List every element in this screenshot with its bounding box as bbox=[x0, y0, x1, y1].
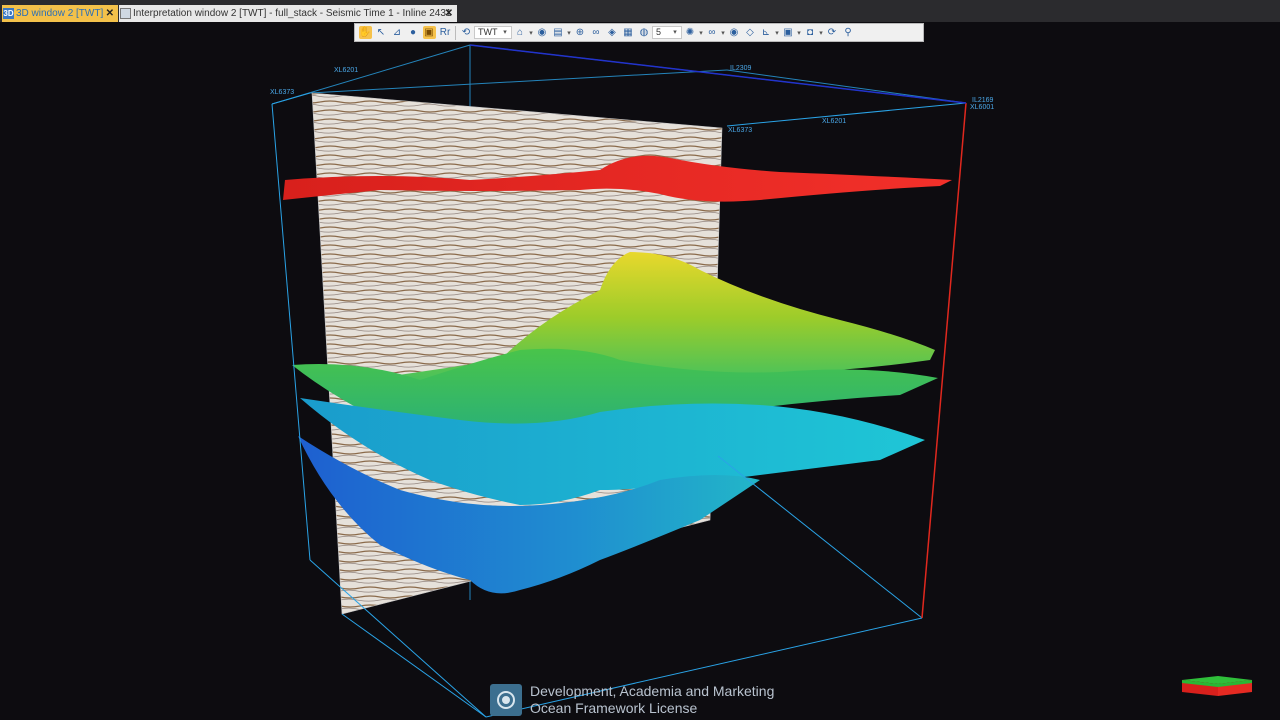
stereo-icon[interactable]: ∞ bbox=[706, 26, 719, 39]
readout-icon[interactable]: Rr bbox=[439, 26, 452, 39]
3d-viewport[interactable]: XL6201 XL6373 IL2309 IL2169 XL6001 XL620… bbox=[0, 43, 1280, 720]
chevron-down-icon: ▾ bbox=[673, 29, 677, 36]
tab-label: Interpretation window 2 [TWT] - full_sta… bbox=[133, 8, 452, 19]
zoom-select-value: 5 bbox=[656, 27, 662, 37]
chevron-down-icon[interactable]: ▾ bbox=[698, 29, 704, 37]
license-line-1: Development, Academia and Marketing bbox=[530, 683, 775, 699]
close-icon[interactable]: ✕ bbox=[445, 5, 453, 22]
axis-label-il: IL2309 bbox=[730, 65, 752, 72]
pick-mode-icon[interactable]: ✋ bbox=[358, 26, 372, 39]
lighting-icon[interactable]: ✺ bbox=[684, 26, 697, 39]
axis-icon[interactable]: ⊾ bbox=[760, 26, 773, 39]
world-view-icon[interactable]: ◍ bbox=[638, 26, 651, 39]
tab-label: 3D window 2 [TWT] bbox=[16, 8, 104, 19]
tab-interpretation-window[interactable]: Interpretation window 2 [TWT] - full_sta… bbox=[119, 5, 457, 22]
3d-scene bbox=[271, 44, 967, 718]
axis-label-xl: XL6373 bbox=[270, 89, 295, 96]
window-mode-icon[interactable]: ▣ bbox=[422, 26, 436, 39]
camera-view-icon[interactable]: ◈ bbox=[606, 26, 619, 39]
tab-3d-window[interactable]: 3D 3D window 2 [TWT] ✕ bbox=[2, 5, 118, 22]
eraser-icon[interactable]: ◇ bbox=[744, 26, 757, 39]
display-icon[interactable]: ▣ bbox=[782, 26, 795, 39]
zoom-select[interactable]: 5 ▾ bbox=[652, 26, 682, 39]
pin-icon[interactable]: ⚲ bbox=[842, 26, 855, 39]
license-watermark: Development, Academia and Marketing Ocea… bbox=[490, 683, 810, 717]
screenshot-icon[interactable]: ◘ bbox=[804, 26, 817, 39]
orientation-cube-icon[interactable] bbox=[1182, 674, 1252, 700]
binoculars-icon[interactable]: ∞ bbox=[590, 26, 603, 39]
domain-select[interactable]: TWT ▾ bbox=[474, 26, 512, 39]
chevron-down-icon[interactable]: ▾ bbox=[720, 29, 726, 37]
interpretation-window-icon bbox=[120, 8, 131, 19]
grid-view-icon[interactable]: ▦ bbox=[622, 26, 635, 39]
ocean-logo-icon bbox=[490, 684, 522, 716]
box-view-icon[interactable]: ▤ bbox=[552, 26, 565, 39]
window-tab-bar: 3D 3D window 2 [TWT] ✕ Interpretation wi… bbox=[0, 0, 1280, 22]
license-line-2: Ocean Framework License bbox=[530, 700, 698, 716]
chevron-down-icon[interactable]: ▾ bbox=[528, 29, 534, 37]
domain-select-value: TWT bbox=[478, 27, 498, 37]
visibility-icon[interactable]: ◉ bbox=[728, 26, 741, 39]
chevron-down-icon[interactable]: ▾ bbox=[566, 29, 572, 37]
home-icon[interactable]: ⌂ bbox=[514, 26, 527, 39]
select-pointer-icon[interactable]: ↖ bbox=[375, 26, 388, 39]
measure-icon[interactable]: ⊿ bbox=[391, 26, 404, 39]
3d-window-icon: 3D bbox=[3, 8, 14, 19]
globe-icon[interactable]: ● bbox=[407, 26, 420, 39]
bounding-box-edge-blue bbox=[469, 44, 967, 104]
chevron-down-icon[interactable]: ▾ bbox=[818, 29, 824, 37]
reset-view-icon[interactable]: ⟳ bbox=[826, 26, 839, 39]
center-target-icon[interactable]: ⊕ bbox=[574, 26, 587, 39]
chevron-down-icon[interactable]: ▾ bbox=[774, 29, 780, 37]
chevron-down-icon: ▾ bbox=[503, 29, 507, 36]
axis-label-il: IL2169 bbox=[972, 97, 994, 104]
view-eye-icon[interactable]: ◉ bbox=[536, 26, 549, 39]
toolbar-divider bbox=[455, 25, 456, 40]
axis-label-xl: XL6373 bbox=[728, 127, 753, 134]
window-toolbar: ✋ ↖ ⊿ ● ▣ Rr ⟲ TWT ▾ ⌂ ▾ ◉ ▤ ▾ ⊕ ∞ ◈ ▦ ◍… bbox=[354, 23, 924, 42]
autoscale-icon[interactable]: ⟲ bbox=[460, 26, 473, 39]
axis-label-xl: XL6001 bbox=[970, 104, 995, 111]
axis-label-xl: XL6201 bbox=[334, 67, 359, 74]
chevron-down-icon[interactable]: ▾ bbox=[796, 29, 802, 37]
close-icon[interactable]: ✕ bbox=[106, 5, 114, 22]
axis-label-xl: XL6201 bbox=[822, 118, 847, 125]
